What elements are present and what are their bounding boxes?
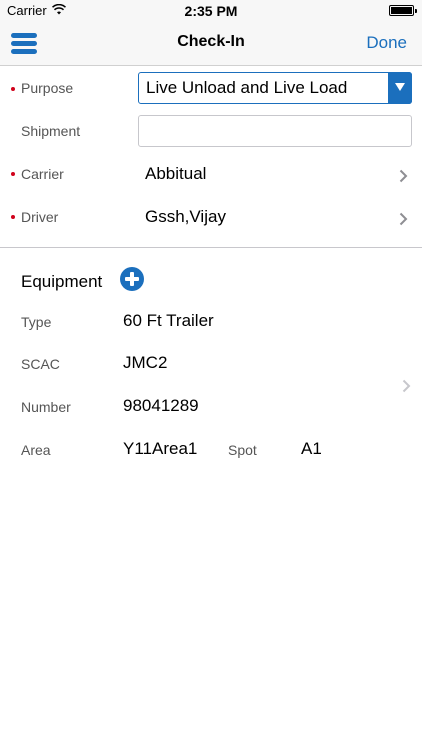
area-label: Area (21, 442, 51, 458)
driver-label: Driver (21, 209, 59, 225)
type-value: 60 Ft Trailer (123, 311, 214, 330)
purpose-label: Purpose (21, 80, 74, 96)
status-time: 2:35 PM (184, 3, 238, 19)
battery-icon (389, 5, 417, 16)
page-title: Check-In (177, 33, 245, 50)
equipment-card[interactable]: Type 60 Ft Trailer SCAC JMC2 Number 9804… (0, 300, 422, 470)
area-value: Y11Area1 (123, 439, 198, 458)
required-indicator (11, 87, 15, 91)
carrier-label: Carrier (21, 166, 64, 182)
shipment-label: Shipment (21, 123, 81, 139)
required-indicator (11, 172, 15, 176)
dropdown-arrow-icon[interactable] (388, 72, 412, 104)
status-bar: Carrier 2:35 PM (0, 0, 422, 22)
section-divider (0, 247, 422, 248)
carrier-value: Abbitual (145, 164, 207, 183)
scac-value: JMC2 (123, 353, 168, 372)
chevron-right-icon (399, 212, 408, 226)
number-value: 98041289 (123, 396, 199, 415)
purpose-select[interactable]: Live Unload and Live Load (138, 72, 412, 104)
spot-value: A1 (301, 439, 322, 458)
driver-row[interactable]: Driver Gssh,Vijay (0, 196, 422, 239)
required-indicator (11, 215, 15, 219)
plus-circle-icon[interactable] (120, 267, 144, 291)
number-label: Number (21, 399, 71, 415)
spot-label: Spot (228, 442, 257, 458)
scac-label: SCAC (21, 356, 60, 372)
carrier-row[interactable]: Carrier Abbitual (0, 153, 422, 196)
equipment-heading: Equipment (21, 272, 103, 291)
driver-value: Gssh,Vijay (145, 207, 226, 226)
purpose-selected-value: Live Unload and Live Load (146, 78, 348, 97)
navigation-bar: Check-In Done (0, 22, 422, 66)
chevron-right-icon (399, 169, 408, 183)
done-button[interactable]: Done (366, 33, 407, 53)
type-label: Type (21, 314, 52, 330)
chevron-right-icon (402, 379, 411, 393)
shipment-input[interactable] (138, 115, 412, 147)
